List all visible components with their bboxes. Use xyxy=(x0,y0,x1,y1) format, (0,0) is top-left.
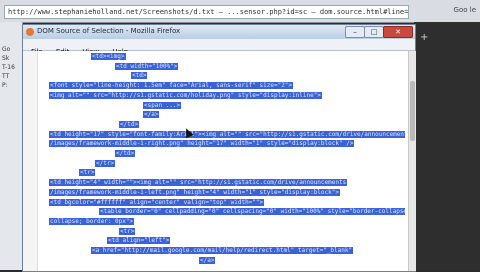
scrollbar-thumb[interactable] xyxy=(410,81,415,141)
background-window-text: P: xyxy=(2,82,8,89)
line-gutter xyxy=(23,51,38,271)
minimize-button[interactable]: – xyxy=(345,26,365,38)
new-tab-icon[interactable]: + xyxy=(420,32,428,43)
code-line: /images/framework-middle-i-right.png" he… xyxy=(49,140,355,148)
code-line: <span ...> xyxy=(143,101,182,110)
code-line-text: <td><img> xyxy=(91,53,126,60)
close-button[interactable]: ✕ xyxy=(383,26,413,38)
background-window-text: TT xyxy=(2,73,10,80)
vertical-scrollbar[interactable] xyxy=(408,51,416,271)
code-line-text: <span ...> xyxy=(143,101,182,109)
code-line-text: <td bgcolor="#ffffff" align="center" val… xyxy=(49,198,265,206)
background-desktop xyxy=(414,22,480,270)
code-line: <td height="4" width=""><img alt="" src=… xyxy=(49,179,348,187)
code-line: </tr> xyxy=(95,159,116,168)
code-line-text: <td> xyxy=(131,72,148,80)
code-line: /images/framework-middle-i-left.png" hei… xyxy=(49,188,340,197)
firefox-icon xyxy=(26,28,34,36)
code-line: <td width="100%"> xyxy=(115,62,179,71)
code-line: <tr> xyxy=(119,227,136,236)
dom-source-window: DOM Source of Selection - Mozilla Firefo… xyxy=(22,24,416,272)
code-line: <img alt="" src="http://s1.gstatic.com/h… xyxy=(49,91,322,100)
code-line: <td align="left"> xyxy=(107,237,171,245)
background-window-text: Sk xyxy=(2,55,10,62)
code-line: <tr> xyxy=(79,169,96,177)
code-line: <font style="line-height: 1.5em" face="A… xyxy=(49,82,294,90)
source-view[interactable]: <td><img> <td width="100%"> <td> <font styl… xyxy=(23,51,408,271)
code-line-text: <img alt="" src="http://s1.gstatic.com/h… xyxy=(49,91,322,99)
maximize-button[interactable]: □ xyxy=(364,26,384,38)
code-line-text: collapse; border: 0px"> xyxy=(49,217,135,225)
code-line: </a> xyxy=(143,111,160,119)
code-line: </td> xyxy=(119,120,140,129)
code-line: <td> xyxy=(131,72,148,80)
code-line-text: </tr> xyxy=(95,159,116,167)
code-line-text: <td align="left"> xyxy=(107,237,171,245)
code-line: collapse; border: 0px"> xyxy=(49,217,135,226)
code-line-text: </a> xyxy=(199,256,216,264)
background-window-edge: Go Sk T-16 TT P: xyxy=(0,22,23,270)
code-line-text: </td> xyxy=(115,150,136,157)
code-line-text: </td> xyxy=(119,120,140,128)
code-line-text: </a> xyxy=(143,111,160,119)
code-line-text: <font style="line-height: 1.5em" face="A… xyxy=(49,82,294,90)
code-line: <td><img> xyxy=(91,53,126,61)
background-window-text: Go xyxy=(2,46,11,53)
code-line-text: /images/framework-middle-i-left.png" hei… xyxy=(49,188,340,196)
code-line-text: <td width="100%"> xyxy=(115,62,179,70)
code-line: <table border="0" cellpadding="0" cellsp… xyxy=(99,208,405,216)
code-line-text: <table border="0" cellpadding="0" cellsp… xyxy=(99,208,405,216)
selected-source-code[interactable]: <td><img> <td width="100%"> <td> <font styl… xyxy=(39,53,405,269)
menu-bar: File Edit View Help xyxy=(23,39,415,56)
background-window-text: T-16 xyxy=(2,64,15,71)
code-line: <td height="17" style="font-family:Arial… xyxy=(49,130,405,139)
window-titlebar[interactable]: DOM Source of Selection - Mozilla Firefo… xyxy=(23,25,415,39)
search-box-label[interactable]: Goo le xyxy=(454,6,476,14)
browser-toolbar: http://www.stephanieholland.net/Screensh… xyxy=(0,0,480,23)
code-line-text: /images/framework-middle-i-right.png" he… xyxy=(49,140,355,148)
window-title: DOM Source of Selection - Mozilla Firefo… xyxy=(37,27,181,35)
code-line: <a href="http://mail.google.com/mail/hel… xyxy=(91,247,354,255)
code-line: </a> xyxy=(199,256,216,265)
code-line-text: <td height="4" width=""><img alt="" src=… xyxy=(49,179,348,187)
code-line-text: <a href="http://mail.google.com/mail/hel… xyxy=(91,247,354,254)
code-line: </td> xyxy=(115,150,136,158)
code-line-text: <td height="17" style="font-family:Arial… xyxy=(49,130,405,138)
code-line-text: <tr> xyxy=(79,169,96,177)
address-bar[interactable]: http://www.stephanieholland.net/Screensh… xyxy=(4,5,409,19)
code-line-text: <tr> xyxy=(119,227,136,235)
code-line: <td bgcolor="#ffffff" align="center" val… xyxy=(49,198,265,207)
